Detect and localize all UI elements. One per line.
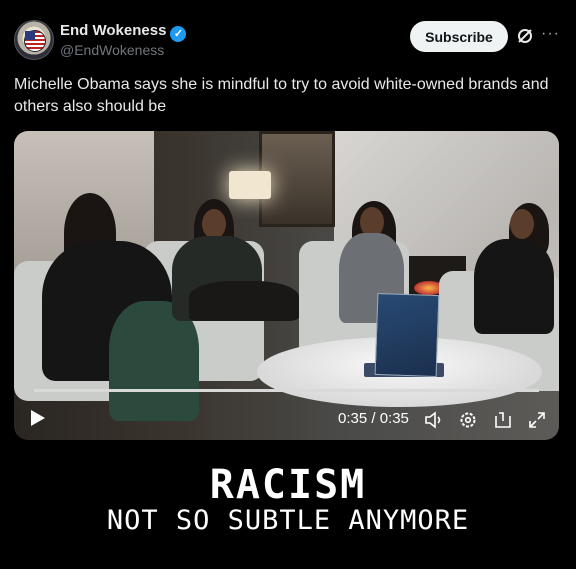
play-icon[interactable] — [26, 407, 48, 429]
fullscreen-icon[interactable] — [527, 410, 547, 430]
pip-icon[interactable] — [493, 410, 513, 430]
subscribe-button[interactable]: Subscribe — [410, 21, 508, 52]
video-scene-person — [189, 281, 299, 321]
video-time: 0:35 / 0:35 — [338, 410, 409, 427]
meme-caption-subtitle: NOT SO SUBTLE ANYMORE — [106, 505, 470, 536]
avatar-logo — [24, 30, 46, 52]
more-options-icon[interactable]: ··· — [541, 25, 560, 43]
account-name[interactable]: End Wokeness — [60, 22, 166, 39]
video-scene-person — [510, 209, 534, 239]
volume-icon[interactable] — [424, 410, 444, 430]
settings-icon[interactable] — [458, 410, 478, 430]
video-progress-bar[interactable] — [34, 389, 539, 392]
account-handle[interactable]: @EndWokeness — [60, 42, 164, 58]
video-scene-book — [374, 292, 440, 378]
video-scene-person — [202, 209, 226, 239]
video-scene-lamp — [229, 171, 271, 199]
grok-icon[interactable] — [516, 27, 534, 45]
verified-badge-icon: ✓ — [170, 26, 187, 42]
video-scene-person — [474, 239, 554, 334]
avatar[interactable] — [14, 20, 54, 60]
account-name-row[interactable]: End Wokeness ✓ — [60, 22, 187, 42]
tweet-text: Michelle Obama says she is mindful to tr… — [14, 76, 549, 115]
meme-caption-title: RACISM — [209, 462, 367, 508]
video-player[interactable]: 0:35 / 0:35 — [14, 131, 559, 440]
